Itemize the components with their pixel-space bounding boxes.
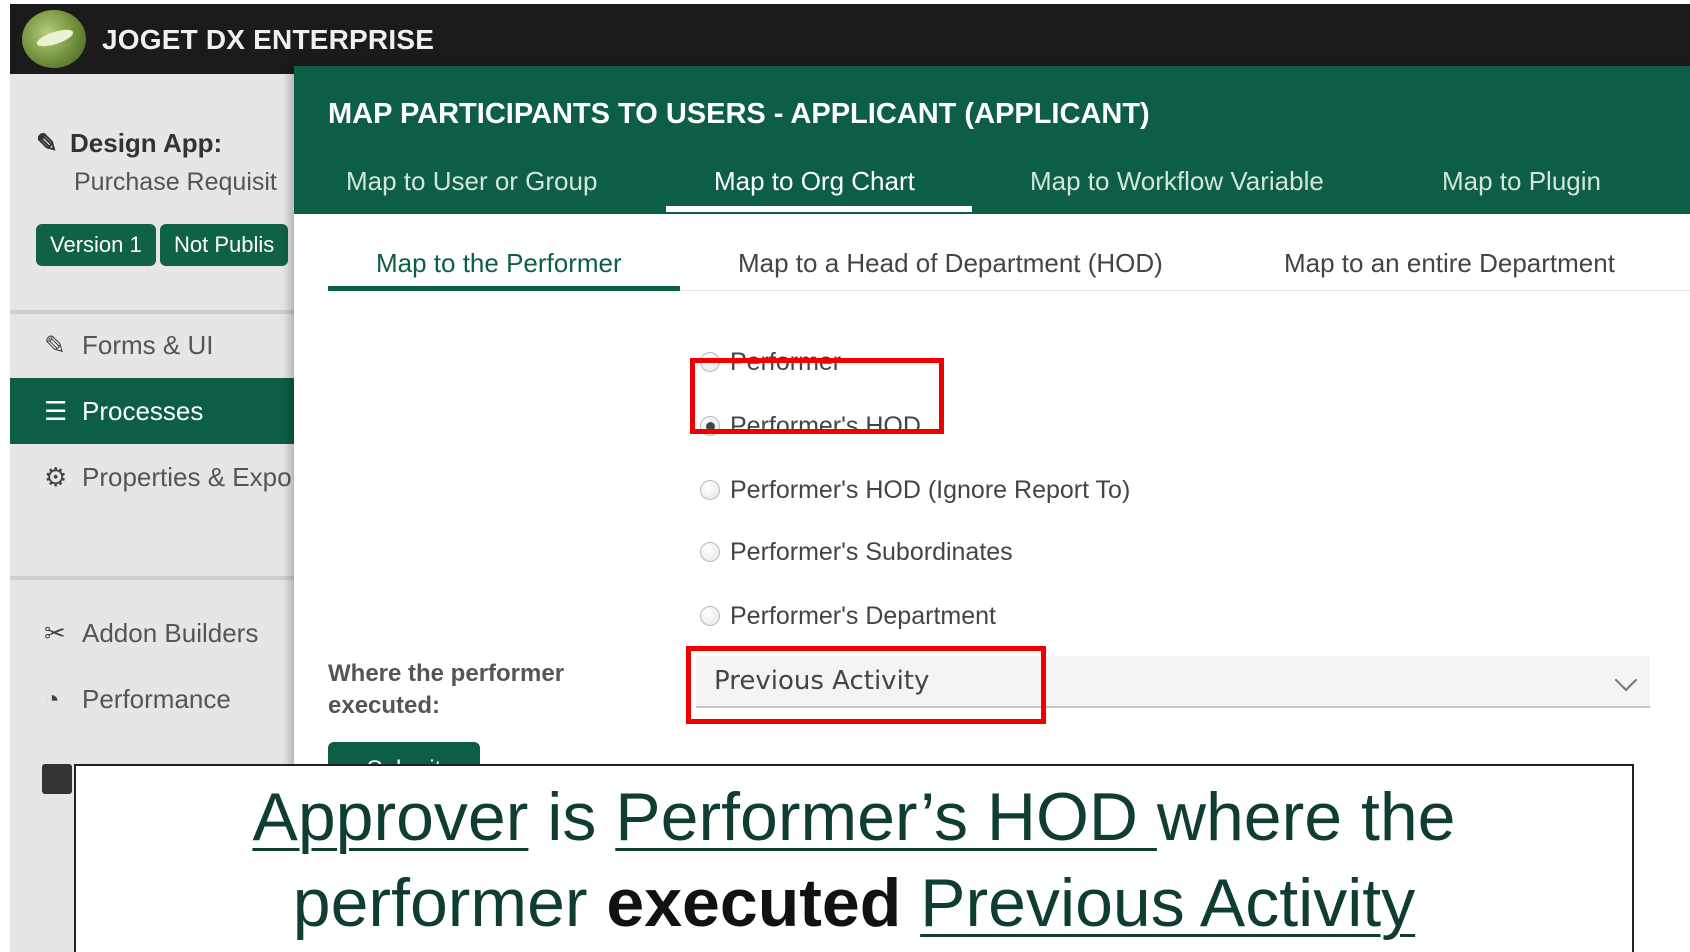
option-performers-hod-ignore-report[interactable]: Performer's HOD (Ignore Report To)	[700, 476, 1130, 505]
caption-previous-activity: Previous Activity	[920, 865, 1416, 941]
modal-title: MAP PARTICIPANTS TO USERS - APPLICANT (A…	[328, 98, 1150, 130]
caption-box: Approver is Performer’s HOD where the pe…	[74, 764, 1634, 952]
modal-header: MAP PARTICIPANTS TO USERS - APPLICANT (A…	[294, 66, 1690, 214]
option-label: Performer's Department	[730, 602, 996, 630]
radio-button[interactable]	[700, 480, 720, 500]
version-badge[interactable]: Version 1	[36, 224, 156, 266]
caption-approver: Approver	[252, 779, 529, 855]
sidebar-item-label: Properties & Expo	[82, 462, 292, 492]
caption-where-the: where the	[1156, 779, 1456, 855]
edit-icon: ✎	[44, 330, 66, 360]
design-app-label: Design App:	[70, 128, 223, 158]
sidebar-item-label: Addon Builders	[82, 618, 259, 648]
sidebar-item-label: Forms & UI	[82, 330, 214, 360]
app-title[interactable]: Purchase Requisit	[74, 168, 277, 197]
sidebar-item-processes[interactable]: ☰ Processes	[10, 378, 300, 444]
design-app-heading: ✎ Design App:	[36, 128, 222, 159]
joget-logo[interactable]	[22, 10, 86, 68]
gauge-icon: ◔	[44, 684, 60, 714]
caption-is: is	[528, 779, 616, 855]
sidebar-item-properties[interactable]: ⚙ Properties & Expo	[10, 444, 300, 510]
option-label: Performer's Subordinates	[730, 538, 1013, 566]
app-name: JOGET DX ENTERPRISE	[102, 24, 435, 55]
highlight-box-hod	[690, 358, 944, 434]
sidebar-item-label: Processes	[82, 396, 204, 426]
subtab-map-hod[interactable]: Map to a Head of Department (HOD)	[738, 248, 1163, 279]
chevron-down-icon[interactable]	[1614, 668, 1638, 692]
subtab-map-performer[interactable]: Map to the Performer	[376, 248, 622, 279]
sidebar-item-performance[interactable]: ◔ Performance	[10, 666, 300, 732]
tab-map-org-chart[interactable]: Map to Org Chart	[714, 166, 915, 197]
performer-executed-label: Where the performer executed:	[328, 660, 565, 719]
sidebar-item-forms-ui[interactable]: ✎ Forms & UI	[10, 312, 300, 378]
radio-button[interactable]	[700, 542, 720, 562]
option-performers-subordinates[interactable]: Performer's Subordinates	[700, 538, 1013, 567]
edit-icon: ✎	[36, 128, 58, 158]
tab-map-workflow-variable[interactable]: Map to Workflow Variable	[1030, 166, 1324, 197]
highlight-box-previous-activity	[686, 646, 1046, 724]
scroll-icon[interactable]	[42, 764, 72, 794]
caption-executed: executed	[606, 865, 902, 941]
caption-performer: performer	[292, 865, 607, 941]
sidebar-divider	[10, 576, 300, 580]
tab-map-plugin[interactable]: Map to Plugin	[1442, 166, 1601, 197]
publish-status-badge[interactable]: Not Publis	[160, 224, 289, 266]
tab-map-user-group[interactable]: Map to User or Group	[346, 166, 597, 197]
caption-performers-hod: Performer’s HOD	[615, 779, 1157, 855]
sidebar-item-label: Performance	[82, 684, 231, 714]
top-bar: JOGET DX ENTERPRISE	[10, 4, 1690, 74]
tools-icon: ✂	[44, 618, 66, 648]
option-performers-department[interactable]: Performer's Department	[700, 602, 996, 631]
subtab-map-department[interactable]: Map to an entire Department	[1284, 248, 1615, 279]
radio-button[interactable]	[700, 606, 720, 626]
active-tab-indicator	[666, 206, 972, 212]
sidebar-item-addon-builders[interactable]: ✂ Addon Builders	[10, 600, 300, 666]
list-icon: ☰	[44, 396, 68, 426]
option-label: Performer's HOD (Ignore Report To)	[730, 476, 1131, 504]
active-subtab-indicator	[328, 286, 680, 291]
gear-icon: ⚙	[44, 462, 68, 492]
